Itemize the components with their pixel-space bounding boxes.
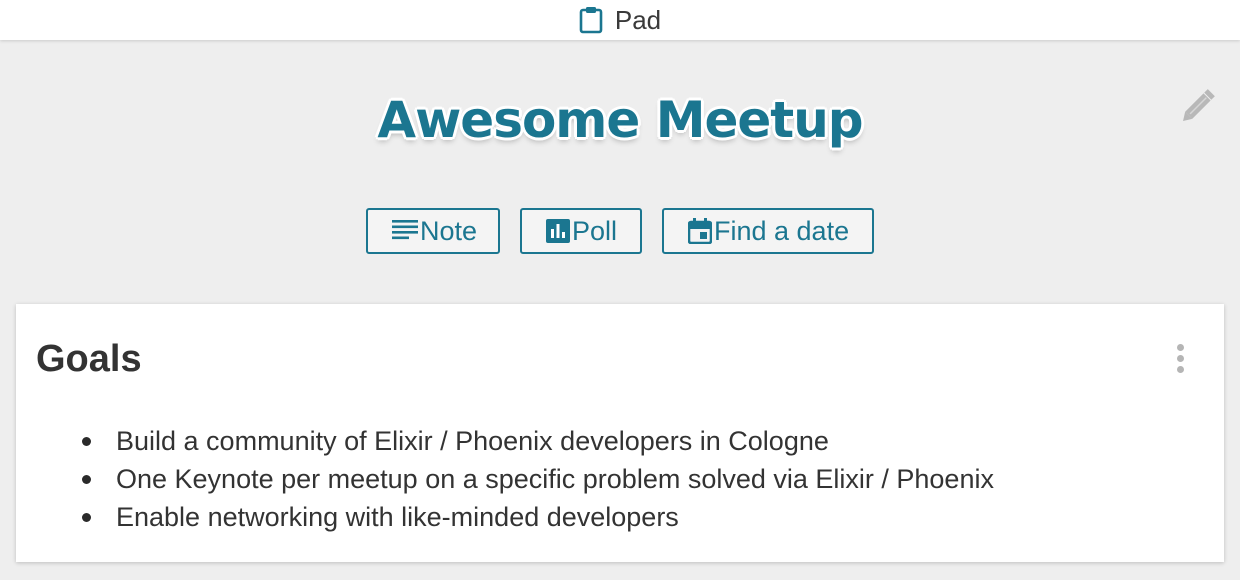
add-widget-toolbar: Note Poll Find a date <box>0 208 1240 254</box>
card-title: Goals <box>36 338 142 380</box>
list-item: Build a community of Elixir / Phoenix de… <box>82 422 994 460</box>
list-item: One Keynote per meetup on a specific pro… <box>82 460 994 498</box>
card-menu-button[interactable] <box>1168 338 1192 378</box>
poll-icon <box>546 219 570 243</box>
title-area: Awesome Meetup <box>0 80 1240 160</box>
goals-list: Build a community of Elixir / Phoenix de… <box>82 422 994 536</box>
add-poll-label: Poll <box>572 215 618 246</box>
calendar-icon <box>688 218 712 244</box>
note-card: Goals Build a community of Elixir / Phoe… <box>16 304 1224 562</box>
list-item: Enable networking with like-minded devel… <box>82 498 994 536</box>
add-poll-button[interactable]: Poll <box>520 208 642 254</box>
find-a-date-button[interactable]: Find a date <box>662 208 874 254</box>
list-item-text: Enable networking with like-minded devel… <box>116 502 679 532</box>
pad-title: Awesome Meetup <box>377 91 863 149</box>
find-a-date-label: Find a date <box>714 215 850 246</box>
pencil-icon <box>1183 89 1215 121</box>
list-item-text: One Keynote per meetup on a specific pro… <box>116 464 994 494</box>
note-icon <box>392 220 418 240</box>
list-item-text: Build a community of Elixir / Phoenix de… <box>116 426 829 456</box>
app-name: Pad <box>614 4 662 35</box>
add-note-button[interactable]: Note <box>366 208 500 254</box>
top-bar: Pad <box>0 0 1240 40</box>
clipboard-icon <box>579 7 603 34</box>
add-note-label: Note <box>420 215 478 246</box>
more-vertical-icon <box>1176 343 1184 351</box>
edit-title-button[interactable] <box>1178 82 1222 126</box>
